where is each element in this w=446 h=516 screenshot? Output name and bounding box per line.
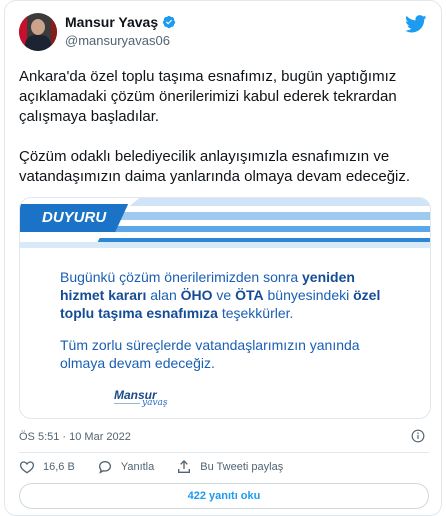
signature-divider — [114, 403, 140, 404]
share-icon — [178, 460, 191, 473]
verified-badge-icon — [163, 15, 176, 29]
author-name-row[interactable]: Mansur Yavaş — [65, 14, 176, 30]
avatar[interactable] — [19, 13, 57, 51]
announcement-line-1: Bugünkü çözüm önerilerimizden sonra yeni… — [60, 269, 381, 321]
announcement-line-2: Tüm zorlu süreçlerde vatandaşlarımızın y… — [60, 337, 360, 371]
author-handle[interactable]: @mansuryavas06 — [65, 33, 170, 48]
author-name[interactable]: Mansur Yavaş — [65, 14, 158, 30]
share-button[interactable]: Bu Tweeti paylaş — [176, 459, 283, 475]
duyuru-banner: DUYURU — [20, 204, 129, 232]
twitter-bird-icon[interactable] — [405, 15, 427, 33]
reply-icon — [98, 460, 111, 474]
tweet-actions: 16,6 B Yanıtla Bu Tweeti paylaş — [19, 459, 305, 475]
tweet-card: Mansur Yavaş @mansuryavas06 Ankara'da öz… — [4, 0, 442, 516]
share-label: Bu Tweeti paylaş — [200, 461, 284, 473]
like-count: 16,6 B — [43, 461, 75, 473]
reply-button[interactable]: Yanıtla — [97, 459, 154, 475]
like-button[interactable]: 16,6 B — [19, 459, 75, 475]
tweet-timestamp[interactable]: ÖS 5:51 · 10 Mar 2022 — [19, 431, 131, 443]
tweet-image[interactable]: DUYURU Bugünkü çözüm önerilerimizden son… — [19, 197, 431, 419]
heart-icon — [19, 461, 35, 474]
tweet-paragraph: Ankara'da özel toplu taşıma esnafımız, b… — [19, 68, 397, 125]
divider — [19, 452, 429, 453]
info-icon[interactable] — [411, 429, 425, 443]
reply-label: Yanıtla — [120, 461, 155, 473]
tweet-text: Ankara'da özel toplu taşıma esnafımız, b… — [19, 67, 431, 207]
announcement-text: Bugünkü çözüm önerilerimizden sonra yeni… — [60, 268, 400, 372]
signature-script: yavaş — [142, 398, 168, 408]
read-replies-button[interactable]: 422 yanıtı oku — [19, 483, 429, 509]
tweet-paragraph: Çözüm odaklı belediyecilik anlayışımızla… — [19, 148, 411, 185]
